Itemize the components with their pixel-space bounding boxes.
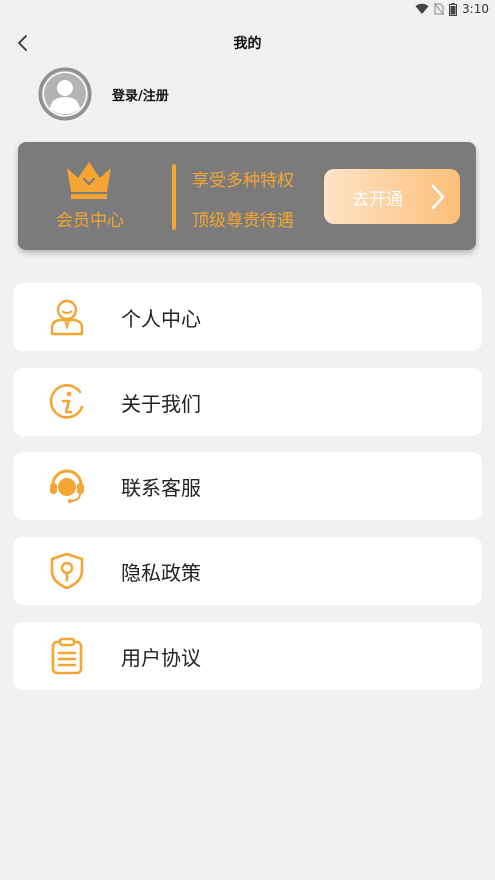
vip-benefit-line-1: 享受多种特权 — [192, 171, 294, 191]
status-time: 3:10 — [462, 2, 489, 16]
open-vip-button[interactable]: 去开通 — [324, 169, 460, 224]
page-title: 我的 — [233, 36, 262, 52]
vip-divider — [172, 164, 176, 230]
menu-label: 联系客服 — [121, 476, 201, 500]
wifi-icon — [415, 3, 429, 15]
menu-item-customer-service[interactable]: 联系客服 — [13, 452, 482, 520]
status-bar: 3:10 — [0, 0, 495, 20]
menu-item-about-us[interactable]: 关于我们 — [13, 368, 482, 436]
clipboard-icon — [51, 637, 83, 675]
vip-center-title: 会员中心 — [56, 211, 124, 231]
headset-icon — [50, 469, 84, 503]
crown-icon — [67, 162, 111, 199]
menu-label: 用户协议 — [121, 646, 201, 670]
nav-bar: 我的 — [0, 28, 495, 58]
status-icons: 3:10 — [415, 2, 489, 16]
no-sim-icon — [434, 3, 445, 15]
menu-label: 关于我们 — [121, 392, 201, 416]
vip-benefit-line-2: 顶级尊贵待遇 — [192, 211, 294, 231]
chevron-right-icon — [431, 184, 445, 210]
avatar — [38, 67, 92, 121]
menu-label: 个人中心 — [121, 307, 201, 331]
menu-item-privacy-policy[interactable]: 隐私政策 — [13, 537, 482, 605]
battery-icon — [449, 2, 458, 16]
menu-item-personal-center[interactable]: 个人中心 — [13, 283, 482, 351]
vip-card: 会员中心 享受多种特权 顶级尊贵待遇 去开通 — [18, 142, 476, 250]
shield-icon — [50, 552, 84, 590]
menu-item-user-agreement[interactable]: 用户协议 — [13, 622, 482, 690]
user-icon — [50, 299, 84, 336]
open-vip-label: 去开通 — [352, 190, 403, 210]
login-register-link[interactable]: 登录/注册 — [112, 85, 169, 104]
menu-label: 隐私政策 — [121, 561, 201, 585]
profile-login[interactable]: 登录/注册 — [38, 66, 169, 122]
info-icon — [49, 384, 84, 419]
